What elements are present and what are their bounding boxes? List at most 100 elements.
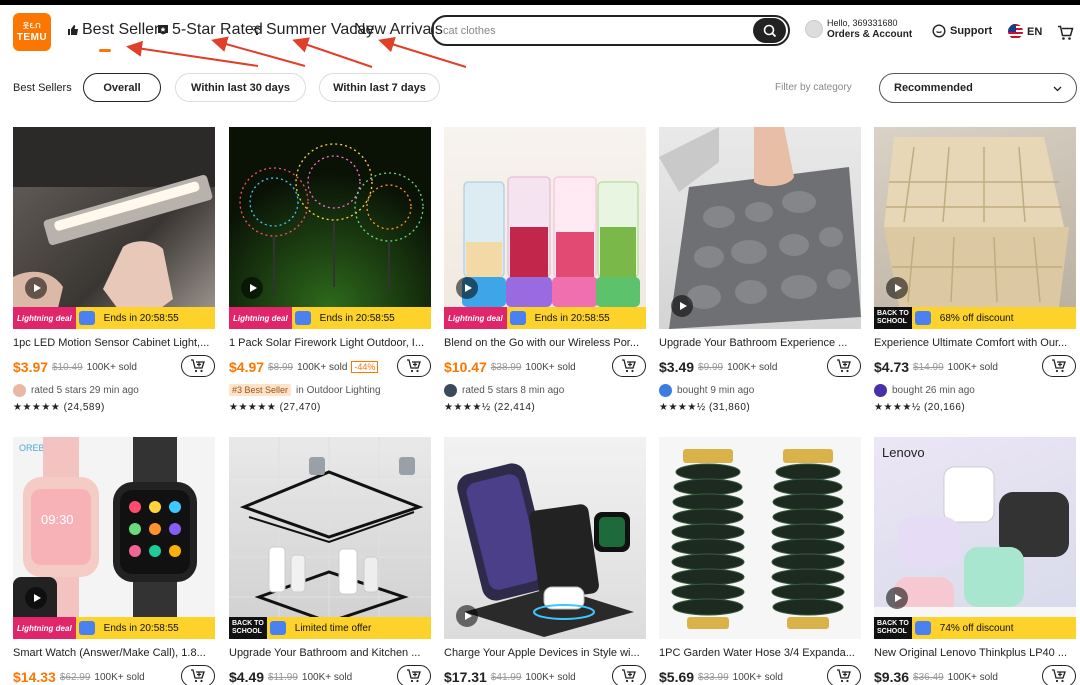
- us-flag-icon: [1008, 24, 1023, 39]
- original-price: $41.99: [490, 671, 522, 683]
- site-header: 웃ᘍᙁ TEMU Best Sellers 5-Star Rated Summe…: [0, 5, 1080, 57]
- product-image[interactable]: [659, 437, 861, 639]
- rating-stars[interactable]: ★★★★★ (27,470): [229, 402, 431, 413]
- rating-stars[interactable]: ★★★★½ (31,860): [659, 402, 861, 413]
- account-menu[interactable]: Hello, 369331680 Orders & Account: [805, 18, 912, 40]
- play-video-icon[interactable]: [25, 587, 47, 609]
- play-video-icon[interactable]: [241, 277, 263, 299]
- coupon-clip-icon: [509, 311, 526, 325]
- product-price: $4.49: [229, 669, 265, 685]
- product-card[interactable]: Upgrade Your Bathroom Experience ... $3.…: [659, 127, 861, 413]
- search-button[interactable]: [753, 18, 786, 43]
- product-image[interactable]: Lightning deal Ends in 20:58:55: [229, 127, 431, 329]
- product-card[interactable]: 1PC Garden Water Hose 3/4 Expanda... $5.…: [659, 437, 861, 685]
- product-title[interactable]: New Original Lenovo Thinkplus LP40 ...: [874, 647, 1076, 659]
- product-title[interactable]: 1 Pack Solar Firework Light Outdoor, I..…: [229, 337, 431, 349]
- add-to-cart-button[interactable]: [1042, 665, 1076, 685]
- add-to-cart-button[interactable]: [827, 665, 861, 685]
- product-title[interactable]: Upgrade Your Bathroom Experience ...: [659, 337, 861, 349]
- product-image[interactable]: Lenovo BACK TO SCHOOL 74% off discount: [874, 437, 1076, 639]
- coupon-clip-icon: [78, 621, 95, 635]
- coupon-clip-icon: [294, 311, 311, 325]
- play-video-icon[interactable]: [886, 587, 908, 609]
- product-title[interactable]: Experience Ultimate Comfort with Our...: [874, 337, 1076, 349]
- social-proof: bought 9 min ago: [677, 384, 755, 396]
- product-card[interactable]: OREBOE 09:30 Lightning deal Ends in 20:5…: [13, 437, 215, 685]
- support-link[interactable]: Support: [932, 24, 992, 38]
- rating-stars[interactable]: ★★★★½ (20,166): [874, 402, 1076, 413]
- add-cart-icon: [191, 669, 205, 683]
- product-title[interactable]: Upgrade Your Bathroom and Kitchen ...: [229, 647, 431, 659]
- add-cart-icon: [191, 359, 205, 373]
- logo-glyphs: 웃ᘍᙁ: [22, 23, 42, 30]
- original-price: $36.49: [913, 671, 944, 683]
- product-image[interactable]: Lightning deal Ends in 20:58:55: [13, 127, 215, 329]
- rating-stars[interactable]: ★★★★★ (24,589): [13, 402, 215, 413]
- nav-label: New Arrivals: [354, 21, 443, 38]
- star-badge-icon: [158, 25, 168, 35]
- add-to-cart-button[interactable]: [397, 355, 431, 377]
- smart-watch-illustration: OREBOE 09:30: [13, 437, 197, 639]
- search-input[interactable]: [443, 22, 743, 40]
- product-title[interactable]: 1pc LED Motion Sensor Cabinet Light,...: [13, 337, 215, 349]
- product-card[interactable]: BACK TO SCHOOL Limited time offer Upgrade…: [229, 437, 431, 685]
- coupon-clip-icon: [914, 621, 931, 635]
- add-to-cart-button[interactable]: [612, 355, 646, 377]
- product-card[interactable]: Lenovo BACK TO SCHOOL 74% off discount Ne…: [874, 437, 1076, 685]
- product-card[interactable]: Lightning deal Ends in 20:58:55 1pc LED …: [13, 127, 215, 413]
- product-price: $17.31: [444, 669, 487, 685]
- product-card[interactable]: Lightning deal Ends in 20:58:55 1 Pack S…: [229, 127, 431, 413]
- cart-button[interactable]: [1057, 25, 1074, 46]
- palm-tree-icon: [252, 26, 262, 35]
- nav-best-sellers[interactable]: Best Sellers: [67, 21, 167, 39]
- product-price: $3.97: [13, 359, 49, 375]
- add-to-cart-button[interactable]: [612, 665, 646, 685]
- support-label: Support: [950, 25, 993, 37]
- deal-countdown: Ends in 20:58:55: [103, 622, 179, 634]
- sort-label: Recommended: [894, 82, 973, 94]
- product-image[interactable]: Lightning deal Ends in 20:58:55: [444, 127, 646, 329]
- add-to-cart-button[interactable]: [181, 355, 215, 377]
- product-image[interactable]: OREBOE 09:30 Lightning deal Ends in 20:5…: [13, 437, 215, 639]
- pill-last-7-days[interactable]: Within last 7 days: [319, 73, 440, 102]
- product-card[interactable]: Lightning deal Ends in 20:58:55 Blend on…: [444, 127, 646, 413]
- category-link[interactable]: in Outdoor Lighting: [296, 385, 381, 396]
- product-title[interactable]: Charge Your Apple Devices in Style wi...: [444, 647, 646, 659]
- product-card[interactable]: BACK TO SCHOOL 68% off discount Experienc…: [874, 127, 1076, 413]
- nav-new-arrivals[interactable]: New Arrivals: [354, 21, 443, 39]
- play-video-icon[interactable]: [456, 277, 478, 299]
- nav-5-star-rated[interactable]: 5-Star Rated: [157, 21, 263, 39]
- filter-by-category[interactable]: Filter by category: [775, 82, 852, 93]
- chevron-down-icon: [1053, 86, 1062, 92]
- product-price: $3.49: [659, 359, 695, 375]
- original-price: $10.49: [52, 361, 83, 373]
- product-card[interactable]: Charge Your Apple Devices in Style wi...…: [444, 437, 646, 685]
- play-video-icon[interactable]: [886, 277, 908, 299]
- product-title[interactable]: Smart Watch (Answer/Make Call), 1.8...: [13, 647, 215, 659]
- seat-cushion-illustration: [884, 137, 1069, 307]
- greeting-text: Hello, 369331680: [827, 18, 898, 28]
- pill-overall[interactable]: Overall: [83, 73, 161, 102]
- lightning-deal-tag: Lightning deal: [13, 307, 76, 329]
- temu-logo[interactable]: 웃ᘍᙁ TEMU: [13, 13, 51, 51]
- product-image[interactable]: [659, 127, 861, 329]
- add-to-cart-button[interactable]: [397, 665, 431, 685]
- pill-last-30-days[interactable]: Within last 30 days: [175, 73, 306, 102]
- play-video-icon[interactable]: [456, 605, 478, 627]
- add-to-cart-button[interactable]: [181, 665, 215, 685]
- best-seller-rank-badge[interactable]: #3 Best Seller: [229, 384, 292, 396]
- add-to-cart-button[interactable]: [1042, 355, 1076, 377]
- language-selector[interactable]: EN: [1008, 24, 1042, 39]
- deal-banner: Lightning deal Ends in 20:58:55: [444, 307, 646, 329]
- product-image[interactable]: [444, 437, 646, 639]
- product-image[interactable]: BACK TO SCHOOL Limited time offer: [229, 437, 431, 639]
- sort-dropdown[interactable]: Recommended: [879, 73, 1077, 103]
- rating-stars[interactable]: ★★★★½ (22,414): [444, 402, 646, 413]
- play-video-icon[interactable]: [671, 295, 693, 317]
- product-title[interactable]: 1PC Garden Water Hose 3/4 Expanda...: [659, 647, 861, 659]
- product-title[interactable]: Blend on the Go with our Wireless Por...: [444, 337, 646, 349]
- deal-banner: BACK TO SCHOOL 74% off discount: [874, 617, 1076, 639]
- product-image[interactable]: BACK TO SCHOOL 68% off discount: [874, 127, 1076, 329]
- add-to-cart-button[interactable]: [827, 355, 861, 377]
- play-video-icon[interactable]: [25, 277, 47, 299]
